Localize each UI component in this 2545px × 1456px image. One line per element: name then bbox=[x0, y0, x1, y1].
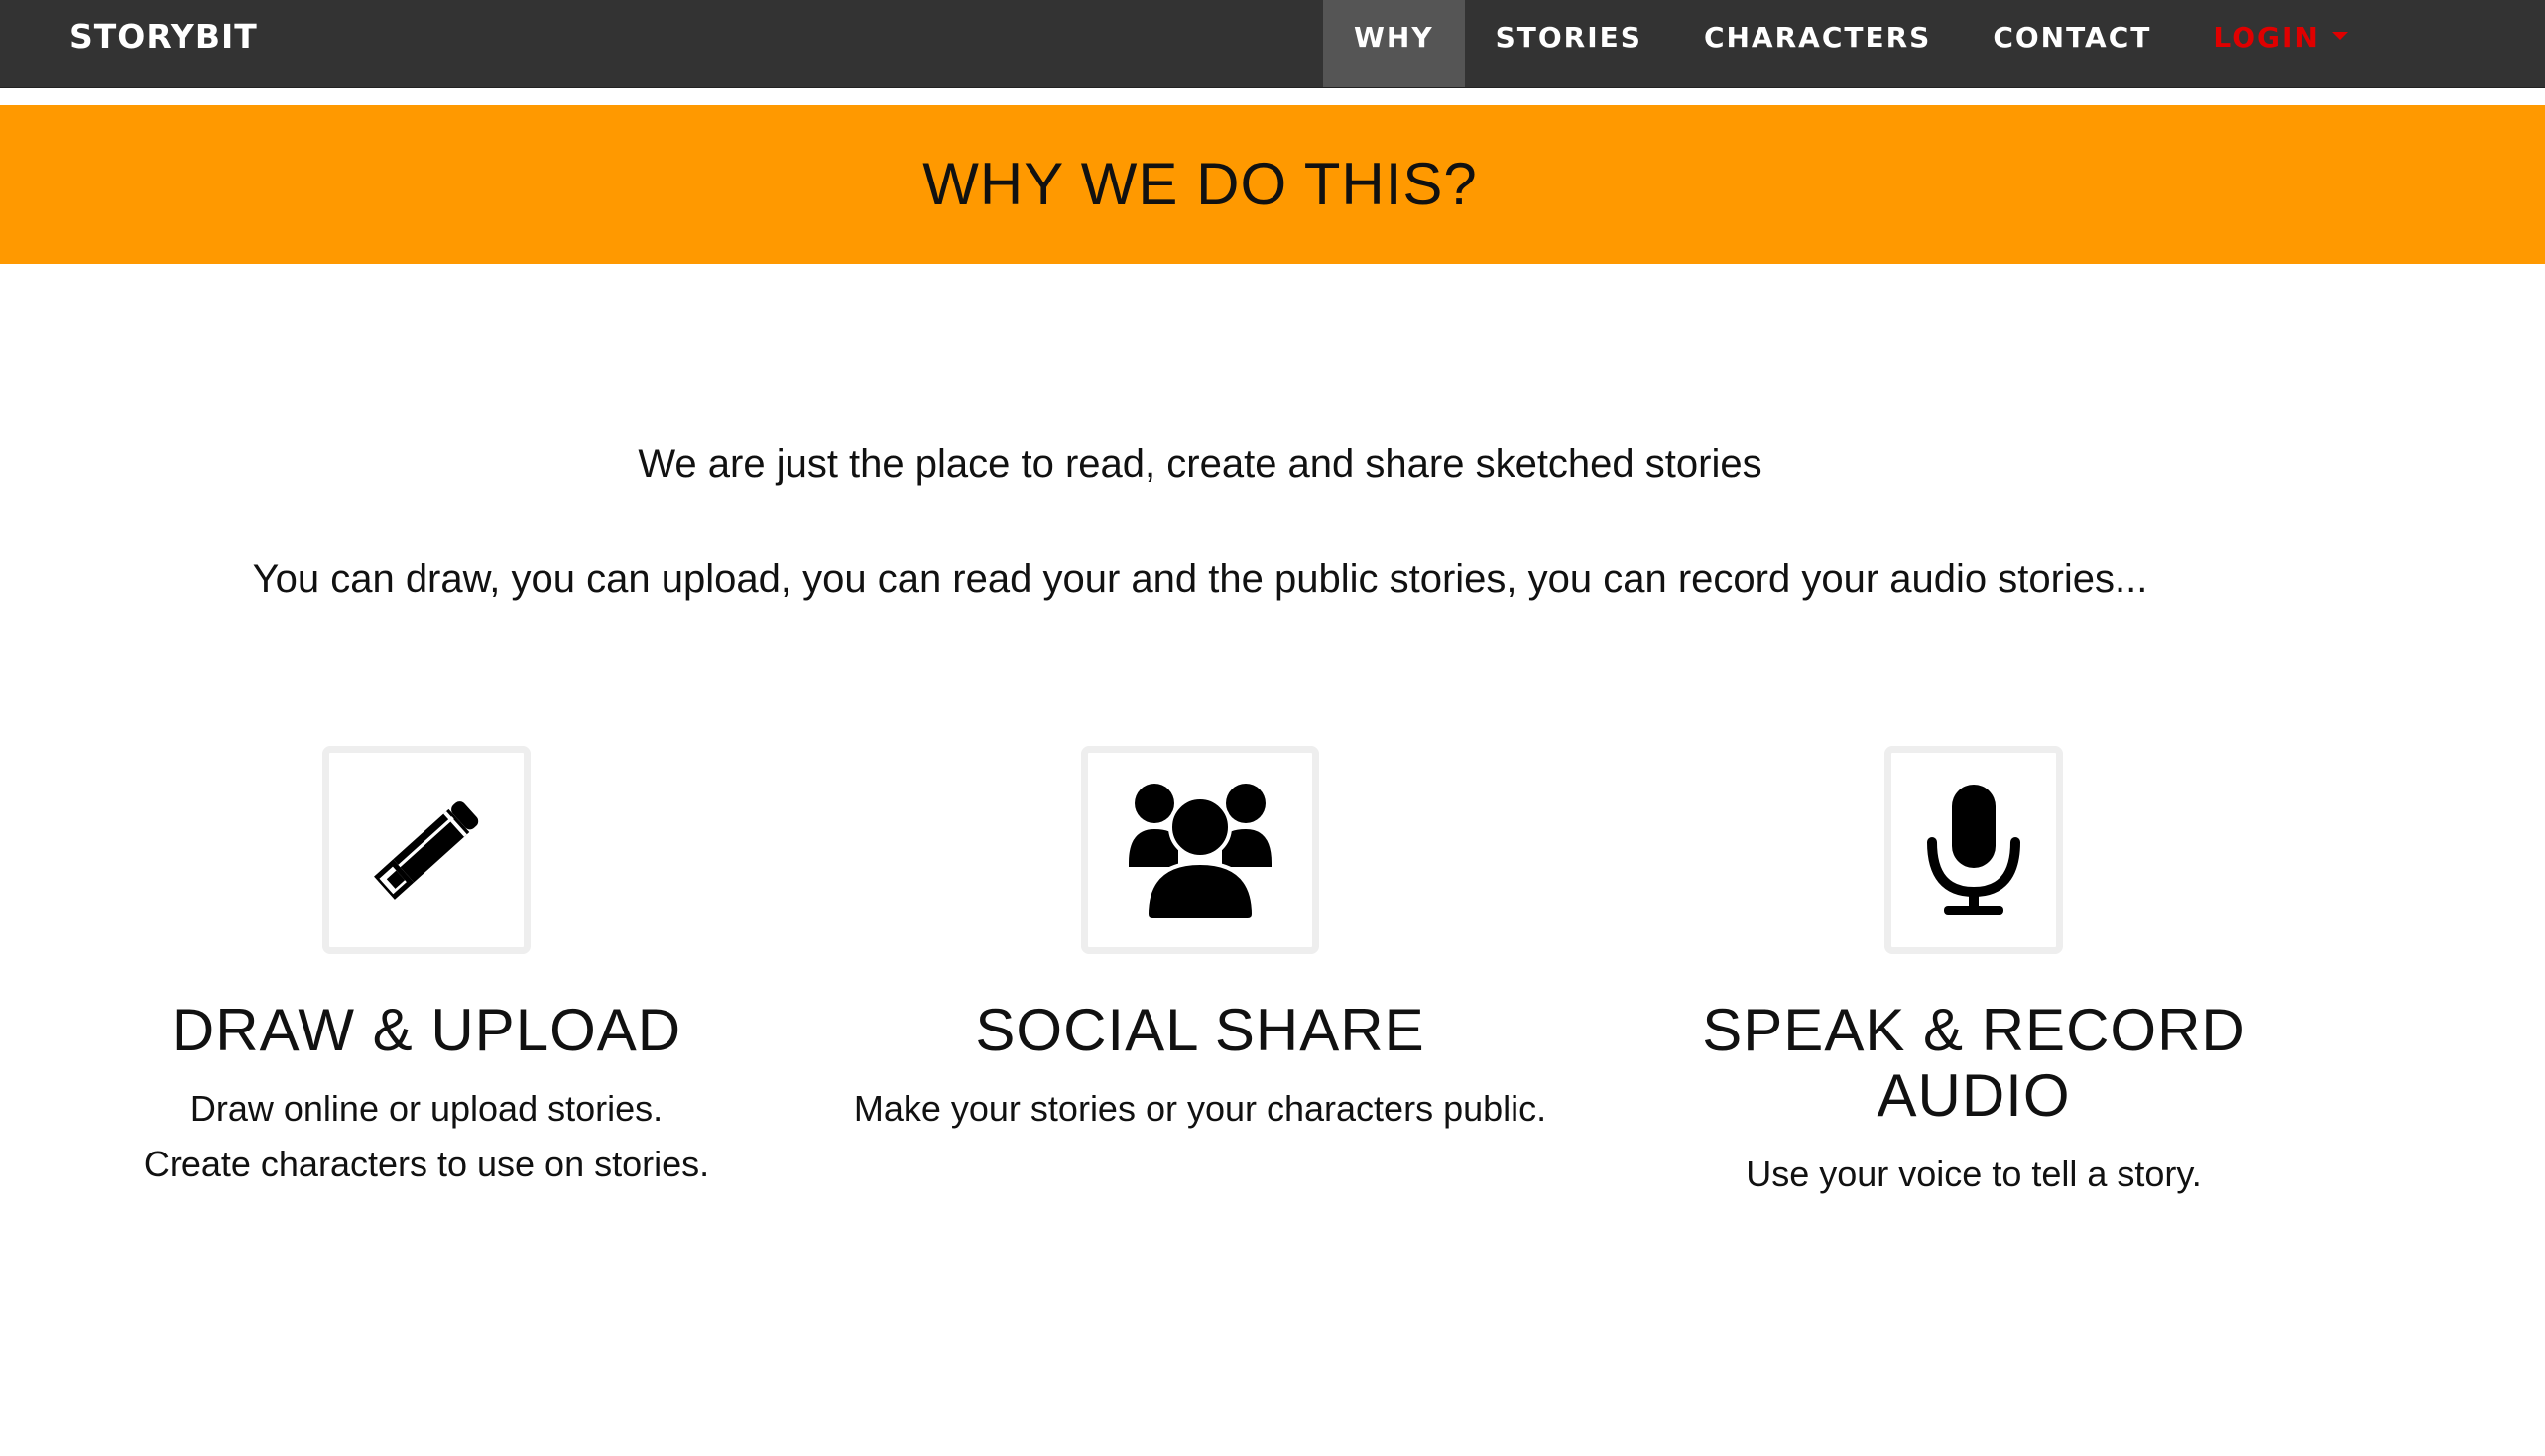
top-navbar: STORYBIT WHY STORIES CHARACTERS CONTACT … bbox=[0, 0, 2545, 88]
page-title: WHY WE DO THIS? bbox=[922, 151, 1478, 217]
pencil-icon bbox=[374, 801, 479, 900]
login-label: LOGIN bbox=[2213, 21, 2320, 54]
intro-line-2: You can draw, you can upload, you can re… bbox=[252, 557, 2148, 601]
feature-description: Draw online or upload stories. Create ch… bbox=[143, 1088, 710, 1184]
feature-description: Make your stories or your characters pub… bbox=[853, 1088, 1547, 1129]
feature-description: Use your voice to tell a story. bbox=[1746, 1153, 2202, 1194]
feature-social-share: SOCIAL SHARE Make your stories or your c… bbox=[833, 746, 1567, 1137]
feature-title: SOCIAL SHARE bbox=[975, 997, 1425, 1063]
users-icon bbox=[1129, 784, 1272, 920]
main-nav: WHY STORIES CHARACTERS CONTACT LOGIN bbox=[1323, 0, 2378, 87]
caret-down-icon bbox=[2331, 32, 2348, 40]
feature-icon-box bbox=[322, 746, 531, 954]
nav-item-contact[interactable]: CONTACT bbox=[1962, 0, 2182, 87]
section-banner: WHY WE DO THIS? bbox=[0, 105, 2545, 264]
microphone-icon bbox=[1927, 785, 2020, 915]
nav-item-why[interactable]: WHY bbox=[1323, 0, 1465, 87]
feature-speak-record: SPEAK & RECORD AUDIO Use your voice to t… bbox=[1676, 746, 2271, 1202]
nav-item-stories[interactable]: STORIES bbox=[1465, 0, 1673, 87]
brand-logo[interactable]: STORYBIT bbox=[69, 0, 258, 73]
feature-title: DRAW & UPLOAD bbox=[171, 997, 682, 1063]
feature-icon-box bbox=[1081, 746, 1319, 954]
feature-icon-box bbox=[1884, 746, 2063, 954]
feature-draw-upload: DRAW & UPLOAD Draw online or upload stor… bbox=[129, 746, 724, 1192]
nav-item-characters[interactable]: CHARACTERS bbox=[1673, 0, 1962, 87]
login-dropdown[interactable]: LOGIN bbox=[2182, 0, 2377, 87]
feature-title: SPEAK & RECORD AUDIO bbox=[1702, 997, 2245, 1129]
intro-line-1: We are just the place to read, create an… bbox=[638, 442, 1762, 486]
